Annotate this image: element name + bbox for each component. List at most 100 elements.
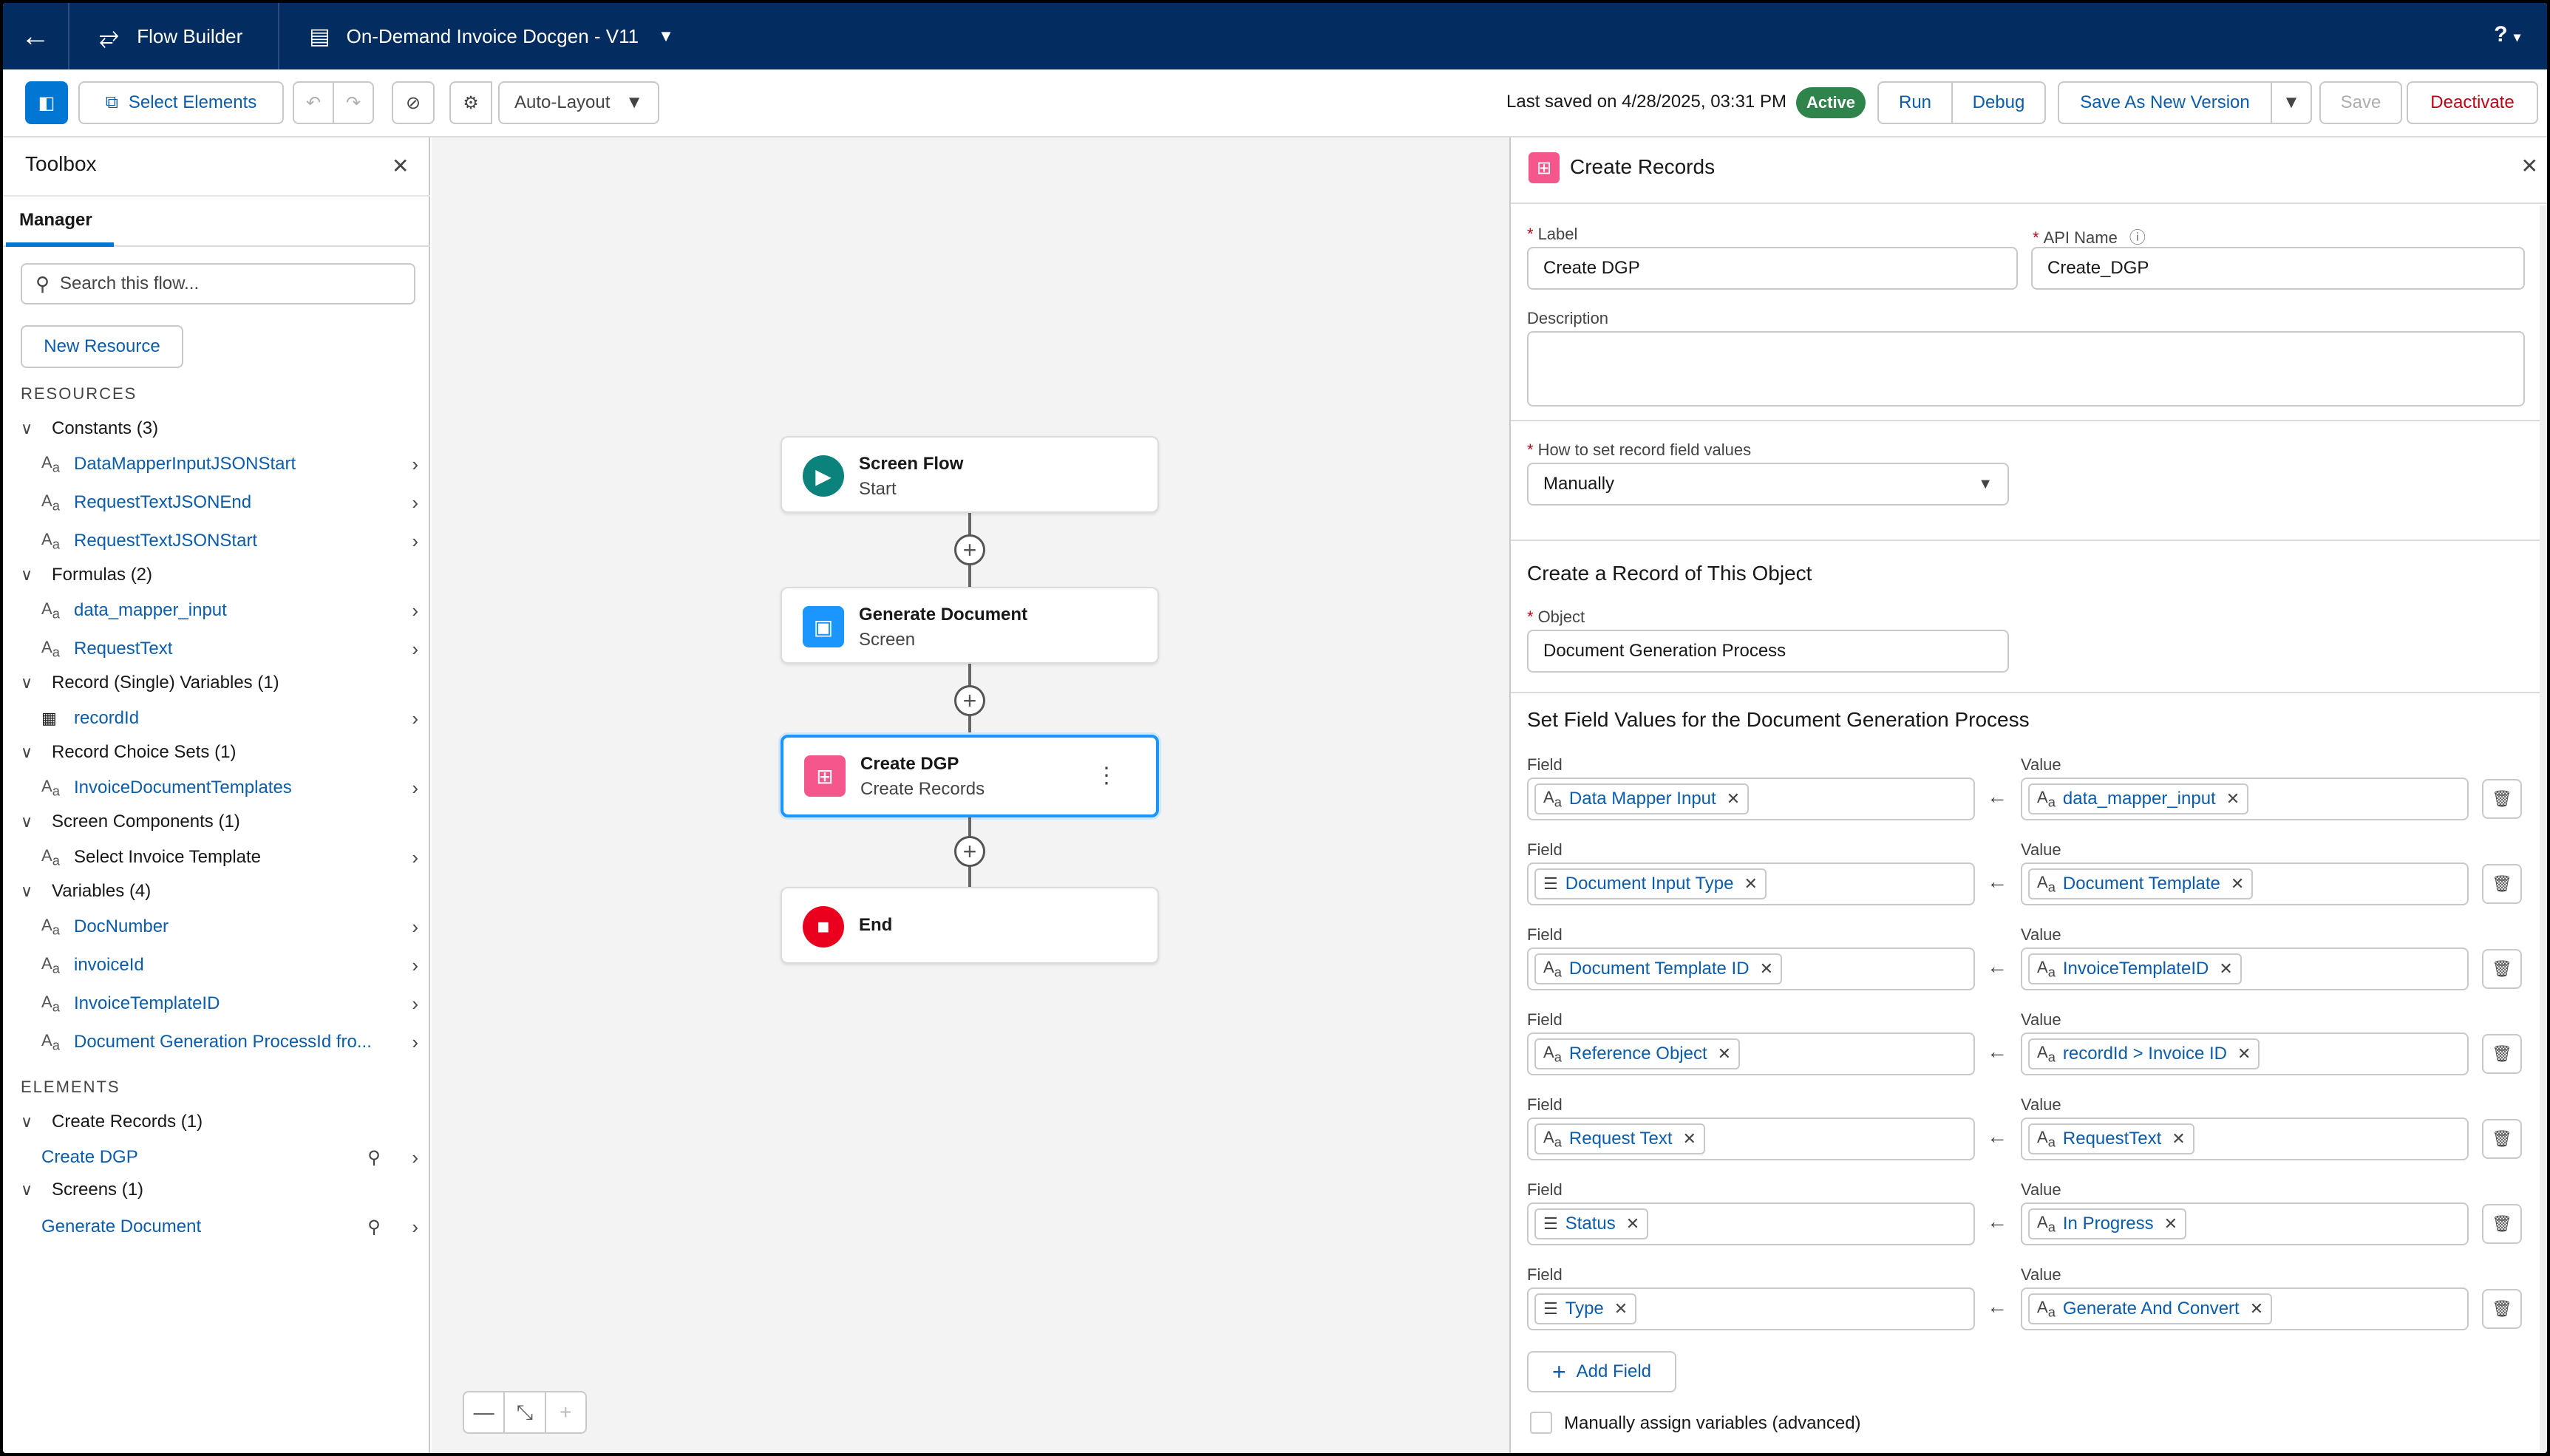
field-picker[interactable]: Aa Reference Object ✕	[1527, 1033, 1975, 1075]
manual-assign-checkbox[interactable]	[1530, 1412, 1552, 1434]
resource-item[interactable]: Aa DataMapperInputJSONStart ›	[41, 449, 418, 479]
layout-select[interactable]: Auto-Layout ▼	[498, 81, 659, 124]
start-node[interactable]: ▶ Screen Flow Start	[781, 436, 1159, 513]
remove-icon[interactable]: ✕	[2231, 874, 2244, 894]
remove-icon[interactable]: ✕	[2172, 1129, 2185, 1149]
end-node[interactable]: ■ End	[781, 887, 1159, 964]
new-resource-button[interactable]: New Resource	[21, 325, 183, 368]
field-pill[interactable]: ☰ Status ✕	[1534, 1208, 1649, 1239]
field-picker[interactable]: Aa Data Mapper Input ✕	[1527, 778, 1975, 820]
back-button[interactable]: ←	[3, 3, 69, 69]
resource-item[interactable]: Aa data_mapper_input ›	[41, 596, 418, 625]
group-record-variables[interactable]: ∨ Record (Single) Variables (1)	[21, 673, 279, 693]
resource-item[interactable]: Aa DocNumber ›	[41, 912, 418, 942]
remove-icon[interactable]: ✕	[2219, 959, 2232, 979]
object-input[interactable]: Document Generation Process	[1527, 630, 2009, 673]
group-variables[interactable]: ∨ Variables (4)	[21, 881, 151, 902]
group-record-choice-sets[interactable]: ∨ Record Choice Sets (1)	[21, 742, 236, 763]
screen-node[interactable]: ▣ Generate Document Screen	[781, 587, 1159, 664]
field-pill[interactable]: ☰ Type ✕	[1534, 1293, 1637, 1324]
delete-row-button[interactable]: 🗑	[2482, 1289, 2522, 1329]
value-pill[interactable]: Aa recordId > Invoice ID ✕	[2028, 1038, 2260, 1069]
value-picker[interactable]: Aa Generate And Convert ✕	[2021, 1287, 2469, 1330]
redo-button[interactable]: ↷	[333, 81, 374, 124]
resource-item[interactable]: Aa RequestText ›	[41, 634, 418, 664]
group-screen-components[interactable]: ∨ Screen Components (1)	[21, 812, 240, 832]
close-icon[interactable]: ✕	[2521, 154, 2538, 178]
error-toggle-button[interactable]: ⊘	[392, 81, 435, 124]
create-records-node[interactable]: ⊞ Create DGP Create Records ⋮	[781, 735, 1159, 817]
field-pill[interactable]: ☰ Document Input Type ✕	[1534, 868, 1767, 899]
delete-row-button[interactable]: 🗑	[2482, 864, 2522, 904]
field-pill[interactable]: Aa Document Template ID ✕	[1534, 953, 1782, 984]
add-element-button[interactable]: +	[954, 534, 985, 565]
group-screens[interactable]: ∨ Screens (1)	[21, 1180, 143, 1200]
field-picker[interactable]: ☰ Document Input Type ✕	[1527, 863, 1975, 905]
value-picker[interactable]: Aa In Progress ✕	[2021, 1202, 2469, 1245]
flow-name-menu[interactable]: ▤ On-Demand Invoice Docgen - V11 ▼	[279, 24, 674, 50]
resource-item[interactable]: Aa InvoiceTemplateID ›	[41, 989, 418, 1018]
delete-row-button[interactable]: 🗑	[2482, 1034, 2522, 1074]
field-pill[interactable]: Aa Reference Object ✕	[1534, 1038, 1741, 1069]
delete-row-button[interactable]: 🗑	[2482, 949, 2522, 989]
undo-button[interactable]: ↶	[293, 81, 334, 124]
remove-icon[interactable]: ✕	[1744, 874, 1757, 894]
settings-button[interactable]: ⚙	[449, 81, 492, 124]
remove-icon[interactable]: ✕	[1683, 1129, 1696, 1149]
field-picker[interactable]: ☰ Type ✕	[1527, 1287, 1975, 1330]
value-pill[interactable]: Aa InvoiceTemplateID ✕	[2028, 953, 2242, 984]
add-element-button[interactable]: +	[954, 685, 985, 716]
remove-icon[interactable]: ✕	[1626, 1214, 1639, 1234]
tab-manager[interactable]: Manager	[19, 210, 92, 231]
help-menu[interactable]: ? ▾	[2494, 22, 2520, 47]
value-picker[interactable]: Aa Document Template ✕	[2021, 863, 2469, 905]
zoom-in-button[interactable]: +	[546, 1392, 585, 1432]
value-pill[interactable]: Aa RequestText ✕	[2028, 1123, 2194, 1154]
value-pill[interactable]: Aa data_mapper_input ✕	[2028, 783, 2249, 814]
remove-icon[interactable]: ✕	[2250, 1299, 2263, 1319]
value-pill[interactable]: Aa Generate And Convert ✕	[2028, 1293, 2273, 1324]
resource-item[interactable]: Aa InvoiceDocumentTemplates ›	[41, 773, 418, 803]
group-create-records[interactable]: ∨ Create Records (1)	[21, 1112, 203, 1132]
more-actions-icon[interactable]: ⋮	[1095, 763, 1118, 789]
remove-icon[interactable]: ✕	[1727, 789, 1740, 809]
value-picker[interactable]: Aa data_mapper_input ✕	[2021, 778, 2469, 820]
remove-icon[interactable]: ✕	[1614, 1299, 1628, 1319]
remove-icon[interactable]: ✕	[1760, 959, 1773, 979]
deactivate-button[interactable]: Deactivate	[2407, 81, 2538, 124]
value-pill[interactable]: Aa Document Template ✕	[2028, 868, 2254, 899]
debug-button[interactable]: Debug	[1951, 81, 2046, 124]
save-options-button[interactable]: ▼	[2271, 81, 2312, 124]
search-icon[interactable]: ⚲	[352, 1217, 396, 1238]
flow-canvas[interactable]: ▶ Screen Flow Start + ▣ Generate Documen…	[432, 137, 1512, 1453]
toggle-toolbox-button[interactable]: ◧	[25, 81, 68, 124]
panel-scrollbar[interactable]	[2540, 205, 2547, 1453]
zoom-out-button[interactable]: —	[464, 1392, 506, 1432]
group-constants[interactable]: ∨ Constants (3)	[21, 418, 158, 439]
field-pill[interactable]: Aa Data Mapper Input ✕	[1534, 783, 1750, 814]
api-name-input[interactable]: Create_DGP	[2031, 247, 2525, 290]
delete-row-button[interactable]: 🗑	[2482, 1119, 2522, 1159]
delete-row-button[interactable]: 🗑	[2482, 1204, 2522, 1244]
run-button[interactable]: Run	[1877, 81, 1953, 124]
label-input[interactable]: Create DGP	[1527, 247, 2018, 290]
resource-item[interactable]: Aa Document Generation ProcessId fro... ›	[41, 1027, 418, 1057]
field-picker[interactable]: Aa Document Template ID ✕	[1527, 948, 1975, 990]
value-picker[interactable]: Aa recordId > Invoice ID ✕	[2021, 1033, 2469, 1075]
search-icon[interactable]: ⚲	[352, 1147, 396, 1168]
close-icon[interactable]: ✕	[392, 154, 409, 178]
remove-icon[interactable]: ✕	[2226, 789, 2240, 809]
resource-item[interactable]: Aa RequestTextJSONStart ›	[41, 526, 418, 556]
add-element-button[interactable]: +	[954, 836, 985, 867]
remove-icon[interactable]: ✕	[1718, 1044, 1731, 1064]
remove-icon[interactable]: ✕	[2237, 1044, 2251, 1064]
value-picker[interactable]: Aa RequestText ✕	[2021, 1117, 2469, 1160]
field-picker[interactable]: Aa Request Text ✕	[1527, 1117, 1975, 1160]
resource-item[interactable]: ▦ recordId ›	[41, 704, 418, 733]
remove-icon[interactable]: ✕	[2164, 1214, 2177, 1234]
how-select[interactable]: Manually ▼	[1527, 463, 2009, 506]
select-elements-button[interactable]: ⧉ Select Elements	[78, 81, 284, 124]
delete-row-button[interactable]: 🗑	[2482, 779, 2522, 819]
element-item[interactable]: Generate Document ⚲ ›	[41, 1212, 418, 1242]
field-pill[interactable]: Aa Request Text ✕	[1534, 1123, 1705, 1154]
